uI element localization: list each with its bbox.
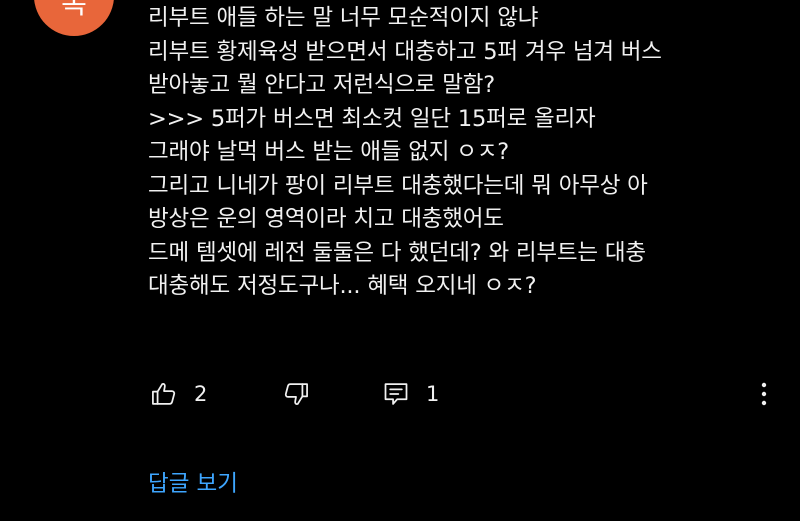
vertical-ellipsis-icon	[752, 380, 776, 408]
comment-line: 그리고 니네가 팡이 리부트 대충했다는데 뭐 아무상 아	[148, 172, 648, 199]
comment-line: >>> 5퍼가 버스면 최소컷 일단 15퍼로 올리자	[148, 105, 596, 132]
dislike-button[interactable]	[282, 374, 310, 414]
comment-actions: 2 1	[148, 374, 788, 414]
comment-line: 방상은 운의 영역이라 치고 대충했어도	[148, 206, 504, 232]
comment-line: 리부트 황제육성 받으면서 대충하고 5퍼 겨우 넘겨 버스	[148, 38, 662, 65]
comment-line: 드메 템셋에 레전 둘둘은 다 했던데? 와 리부트는 대충	[148, 239, 646, 266]
thumbs-down-icon	[282, 380, 310, 408]
comment-line: 리부트 애들 하는 말 너무 모순적이지 않냐	[148, 5, 539, 31]
reply-count: 1	[426, 382, 440, 406]
more-options-button[interactable]	[752, 374, 776, 414]
like-button[interactable]: 2	[150, 374, 207, 414]
like-count: 2	[194, 382, 208, 406]
comment-line: 그래야 날먹 버스 받는 애들 없지 ㅇㅈ?	[148, 139, 509, 165]
avatar[interactable]: 복	[34, 0, 114, 36]
reply-comment-icon	[382, 380, 410, 408]
comment-body: 리부트 애들 하는 말 너무 모순적이지 않냐 리부트 황제육성 받으면서 대충…	[148, 2, 788, 304]
view-replies-link[interactable]: 답글 보기	[148, 466, 238, 498]
comment-line: 대충해도 저정도구나... 혜택 오지네 ㅇㅈ?	[148, 273, 537, 299]
thumbs-up-icon	[150, 380, 178, 408]
avatar-letter: 복	[61, 0, 87, 20]
reply-button[interactable]: 1	[382, 374, 439, 414]
comment-line: 받아놓고 뭘 안다고 저런식으로 말함?	[148, 72, 496, 98]
